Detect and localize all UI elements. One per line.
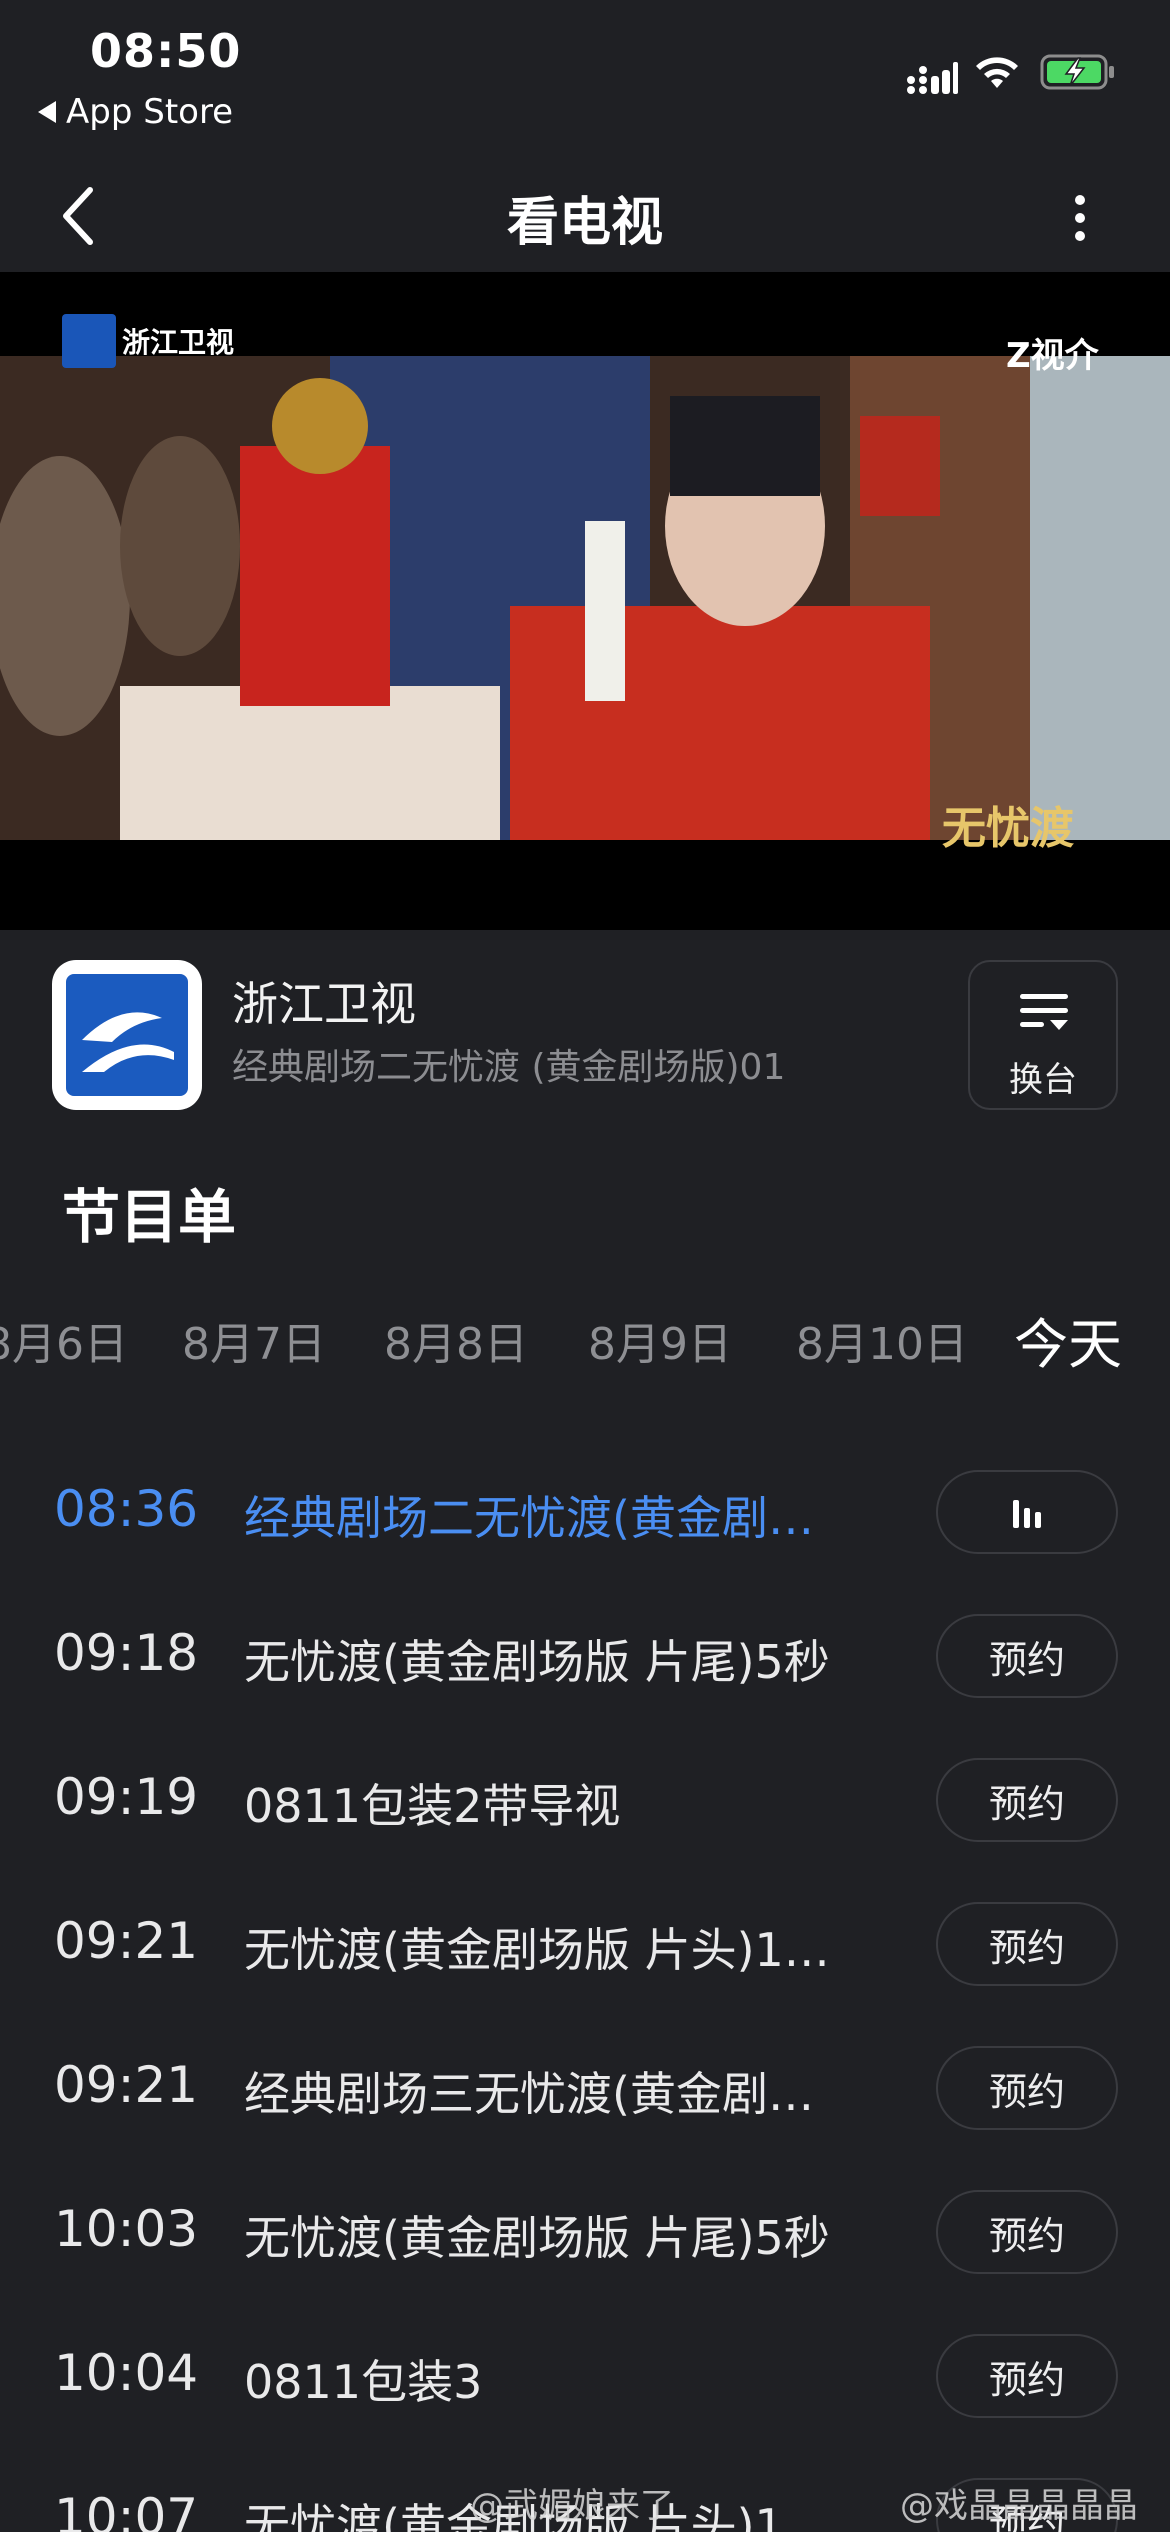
schedule-heading: 节目单: [62, 1170, 236, 1254]
program-title: 0811包装2带导视: [244, 1770, 620, 1836]
schedule-row[interactable]: 10:03 无忧渡(黄金剧场版 片尾)5秒 预约: [0, 2160, 1170, 2304]
program-title: 0811包装3: [244, 2346, 482, 2412]
date-tab[interactable]: 8月6日: [0, 1308, 128, 1372]
program-title: 无忧渡(黄金剧场版 片尾)5秒: [244, 2202, 830, 2268]
program-title: 无忧渡(黄金剧场版 片尾)5秒: [244, 1626, 830, 1692]
program-time: 10:07: [54, 2488, 198, 2532]
page-title: 看电视: [0, 180, 1170, 255]
channel-logo-icon: [52, 960, 202, 1110]
video-frame: [0, 356, 1170, 840]
program-time: 09:18: [54, 1624, 198, 1682]
channel-watermark-text: 浙江卫视: [122, 321, 234, 361]
wifi-icon: [972, 52, 1022, 92]
more-options-icon[interactable]: [1060, 178, 1100, 258]
reserve-button[interactable]: 预约: [936, 1902, 1118, 1986]
date-tab[interactable]: 8月9日: [588, 1308, 732, 1372]
video-scene-image: [0, 356, 1170, 840]
channel-watermark: 浙江卫视: [62, 314, 234, 368]
status-bar: 08:50 App Store: [0, 0, 1170, 160]
date-tab-today[interactable]: 今天: [1014, 1300, 1122, 1379]
status-time: 08:50: [90, 24, 241, 78]
reserve-button[interactable]: 预约: [936, 2190, 1118, 2274]
schedule-row-live[interactable]: 08:36 经典剧场二无忧渡(黄金剧…: [0, 1440, 1170, 1584]
playlist-switch-icon: [1014, 984, 1074, 1044]
date-tab[interactable]: 8月8日: [384, 1308, 528, 1372]
back-triangle-icon: [38, 101, 56, 123]
current-program: 经典剧场二无忧渡 (黄金剧场版)01: [232, 1038, 785, 1090]
now-playing-button[interactable]: [936, 1470, 1118, 1554]
switch-channel-button[interactable]: 换台: [968, 960, 1118, 1110]
date-tab[interactable]: 8月10日: [796, 1308, 968, 1372]
switch-channel-label: 换台: [970, 1052, 1116, 1101]
reserve-button[interactable]: 预约: [936, 2046, 1118, 2130]
schedule-row[interactable]: 09:19 0811包装2带导视 预约: [0, 1728, 1170, 1872]
channel-name: 浙江卫视: [232, 968, 416, 1034]
weibo-watermark: @戏晶晶晶晶晶: [900, 2478, 1138, 2527]
date-tab[interactable]: 8月7日: [182, 1308, 326, 1372]
program-time: 09:21: [54, 1912, 198, 1970]
program-time: 10:04: [54, 2344, 198, 2402]
cellular-signal-icon: [906, 60, 958, 96]
back-app-label: App Store: [66, 92, 233, 132]
nav-bar: 看电视: [0, 160, 1170, 272]
show-title-overlay: 无忧渡: [942, 792, 1074, 856]
date-selector: 8月6日 8月7日 8月8日 8月9日 8月10日 今天: [0, 1300, 1170, 1380]
equalizer-bars-icon: [1007, 1492, 1047, 1532]
program-time: 09:19: [54, 1768, 198, 1826]
video-player[interactable]: 浙江卫视 Z视介 无忧渡: [0, 272, 1170, 930]
schedule-row[interactable]: 09:21 经典剧场三无忧渡(黄金剧… 预约: [0, 2016, 1170, 2160]
program-time: 09:21: [54, 2056, 198, 2114]
battery-charging-icon: [1040, 54, 1116, 90]
program-title: 经典剧场二无忧渡(黄金剧…: [244, 1482, 814, 1548]
channel-info: 浙江卫视 经典剧场二无忧渡 (黄金剧场版)01 换台: [0, 930, 1170, 1130]
schedule-row[interactable]: 10:04 0811包装3 预约: [0, 2304, 1170, 2448]
reserve-button[interactable]: 预约: [936, 2334, 1118, 2418]
program-time: 10:03: [54, 2200, 198, 2258]
zhejiang-logo-mark-icon: [62, 314, 116, 368]
schedule-row[interactable]: 09:18 无忧渡(黄金剧场版 片尾)5秒 预约: [0, 1584, 1170, 1728]
program-title: 经典剧场三无忧渡(黄金剧…: [244, 2058, 814, 2124]
weibo-watermark: @武媚娘来了: [470, 2478, 674, 2527]
program-title: 无忧渡(黄金剧场版 片头)1…: [244, 1914, 830, 1980]
program-time: 08:36: [54, 1480, 198, 1538]
back-to-app-link[interactable]: App Store: [38, 92, 233, 132]
reserve-button[interactable]: 预约: [936, 1614, 1118, 1698]
reserve-button[interactable]: 预约: [936, 1758, 1118, 1842]
schedule-row[interactable]: 09:21 无忧渡(黄金剧场版 片头)1… 预约: [0, 1872, 1170, 2016]
app-corner-logo: Z视介: [1006, 328, 1099, 377]
